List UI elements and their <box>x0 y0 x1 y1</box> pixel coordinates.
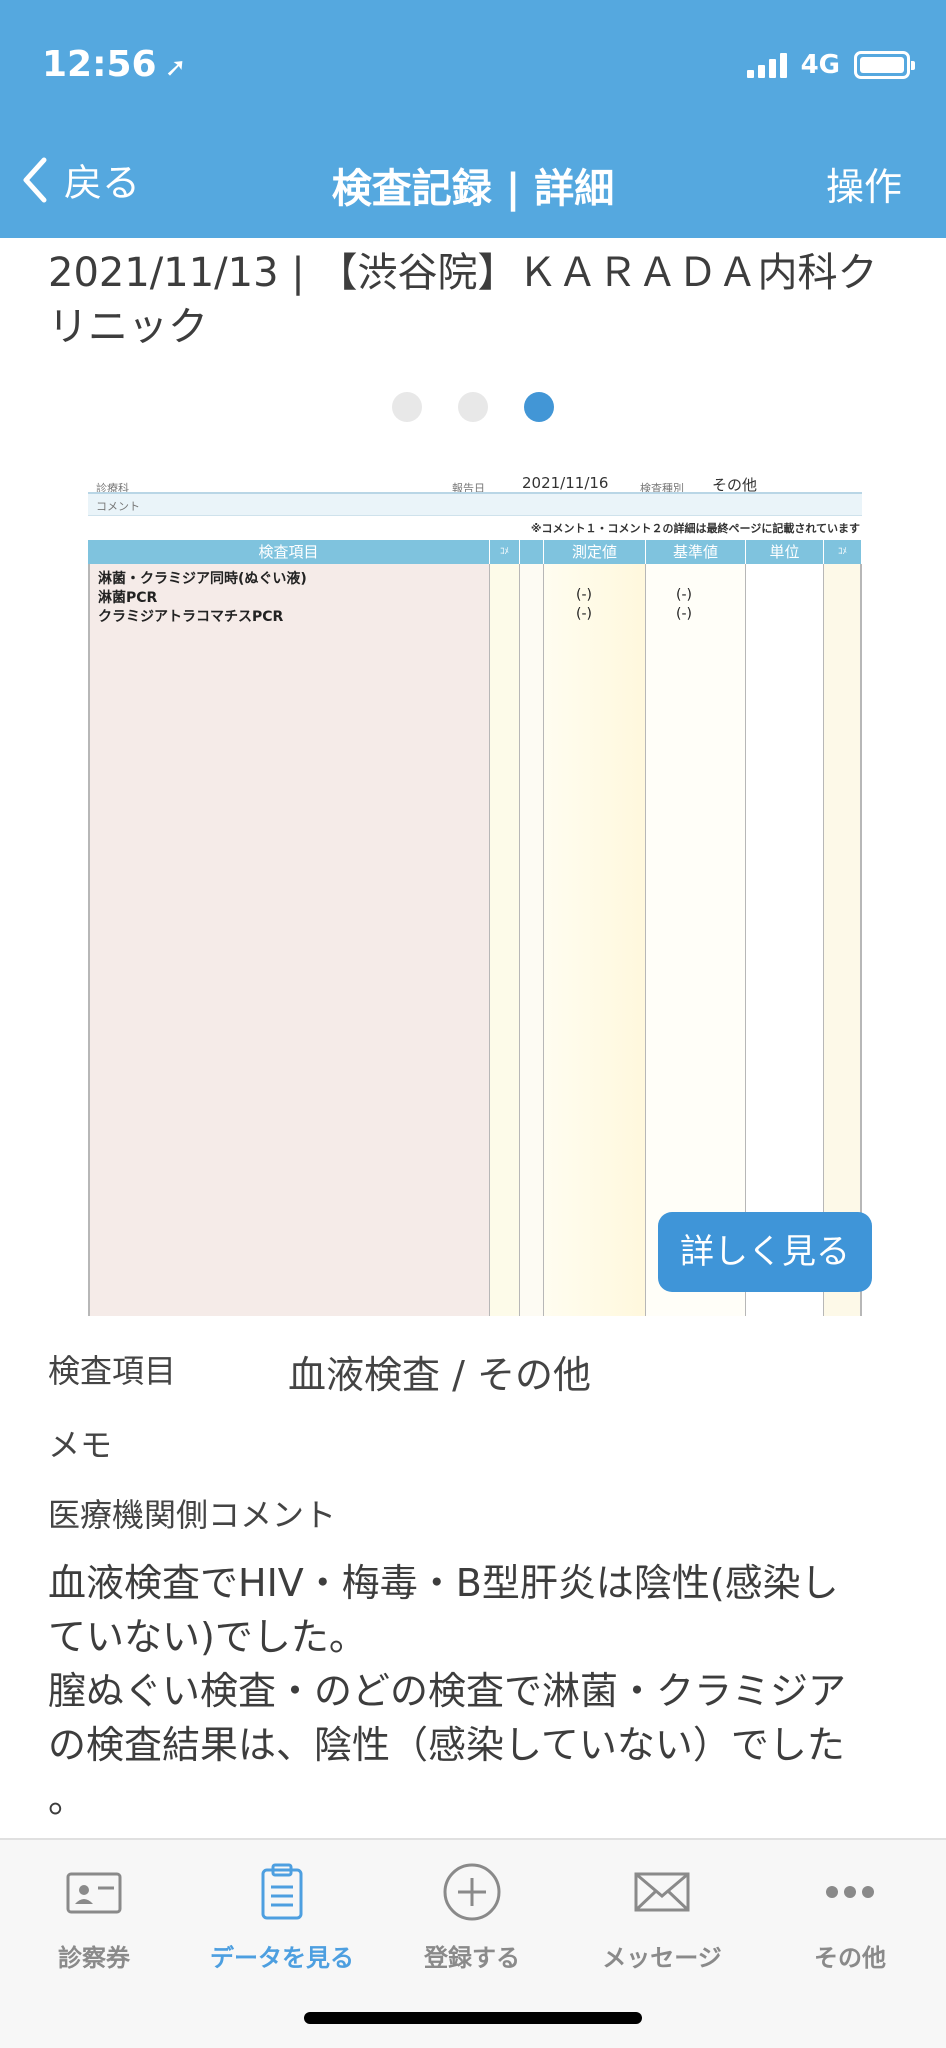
tab-label: メッセージ <box>602 1944 722 1972</box>
envelope-icon <box>634 1872 690 1912</box>
more-dots-icon <box>826 1886 874 1898</box>
report-note: ※コメント１・コメント２の詳細は最終ページに記載されています <box>530 522 860 535</box>
tab-view-data[interactable]: データを見る <box>202 1860 362 1973</box>
row-reference: (-) <box>676 606 692 622</box>
pager-dot-3[interactable] <box>524 392 554 422</box>
row-name: 淋菌・クラミジア同時(ぬぐい液) <box>98 571 307 587</box>
tab-patient-card[interactable]: 診察券 <box>14 1860 174 1973</box>
comment-line: ていない)でした。 <box>48 1615 367 1659</box>
report-comment-label: コメント <box>96 500 140 513</box>
tab-register[interactable]: 登録する <box>392 1860 552 1973</box>
row-name: クラミジアトラコマチスPCR <box>98 609 284 625</box>
row-name: 淋菌PCR <box>98 590 158 606</box>
tab-label: データを見る <box>210 1944 354 1972</box>
report-meta: 診療科 報告日 2021/11/16 検査種別 その他 <box>88 470 862 495</box>
report-table-rows: 淋菌・クラミジア同時(ぬぐい液) 淋菌PCR (-) (-) クラミジアトラコマ… <box>88 568 862 625</box>
home-indicator <box>304 2012 642 2024</box>
memo-label: メモ <box>48 1426 113 1464</box>
col-unit: 単位 <box>746 540 824 564</box>
row-value: (-) <box>576 587 592 603</box>
operation-button[interactable]: 操作 <box>826 156 902 211</box>
id-card-icon <box>66 1872 122 1914</box>
view-details-button[interactable]: 詳しく見る <box>658 1212 872 1292</box>
tab-label: 診察券 <box>58 1944 130 1972</box>
col-exam-item: 検査項目 <box>88 540 490 564</box>
plus-circle-icon <box>443 1863 501 1921</box>
report-table-grid <box>88 564 862 1316</box>
col-comment-1: ｺﾒ <box>490 540 520 564</box>
network-type: 4G <box>800 50 840 80</box>
tab-messages[interactable]: メッセージ <box>582 1860 742 1973</box>
col-reference: 基準値 <box>646 540 746 564</box>
app-header: 12:56 ➚ 4G 戻る 検査記録 | 詳細 操作 <box>0 0 946 238</box>
lab-report-image[interactable]: 診療科 報告日 2021/11/16 検査種別 その他 コメント ※コメント１・… <box>88 464 862 1316</box>
image-pager <box>0 392 946 422</box>
col-comment-2: ｺﾒ <box>824 540 862 564</box>
comment-line: 膣ぬぐい検査・のどの検査で淋菌・クラミジア <box>48 1669 847 1713</box>
tab-more[interactable]: その他 <box>770 1860 930 1973</box>
row-value: (-) <box>576 606 592 622</box>
provider-comment-label: 医療機関側コメント <box>48 1496 337 1534</box>
exam-item-value: 血液検査 / その他 <box>288 1353 591 1397</box>
status-indicators: 4G <box>746 50 915 80</box>
status-time: 12:56 ➚ <box>42 44 186 85</box>
table-row: クラミジアトラコマチスPCR (-) (-) <box>88 606 862 625</box>
tab-label: その他 <box>814 1944 886 1972</box>
tab-label: 登録する <box>424 1944 520 1972</box>
battery-icon <box>854 51 915 79</box>
pager-dot-2[interactable] <box>458 392 488 422</box>
exam-item-label: 検査項目 <box>48 1352 177 1390</box>
location-arrow-icon: ➚ <box>164 53 187 83</box>
report-comment-bar: コメント <box>88 492 862 516</box>
report-date: 2021/11/16 <box>522 474 609 492</box>
row-reference: (-) <box>676 587 692 603</box>
table-row: 淋菌・クラミジア同時(ぬぐい液) <box>88 568 862 587</box>
page-title: 検査記録 | 詳細 <box>331 166 615 212</box>
report-table-header: 検査項目 ｺﾒ 測定値 基準値 単位 ｺﾒ <box>88 540 862 564</box>
status-time-text: 12:56 <box>42 44 157 85</box>
comment-line: 血液検査でHIV・梅毒・B型肝炎は陰性(感染し <box>48 1561 839 1605</box>
col-measured: 測定値 <box>544 540 646 564</box>
table-row: 淋菌PCR (-) (-) <box>88 587 862 606</box>
comment-line: 。 <box>48 1777 87 1821</box>
clipboard-icon <box>261 1863 303 1920</box>
signal-icon <box>746 52 787 78</box>
pager-dot-1[interactable] <box>392 392 422 422</box>
comment-line: の検査結果は、陰性（感染していない）でした <box>48 1723 845 1767</box>
col-flag <box>520 540 544 564</box>
provider-comment: 血液検査でHIV・梅毒・B型肝炎は陰性(感染し ていない)でした。 膣ぬぐい検査… <box>48 1556 908 1826</box>
record-heading: 2021/11/13 | 【渋谷院】ＫＡＲＡＤＡ内科クリニック <box>48 250 878 350</box>
